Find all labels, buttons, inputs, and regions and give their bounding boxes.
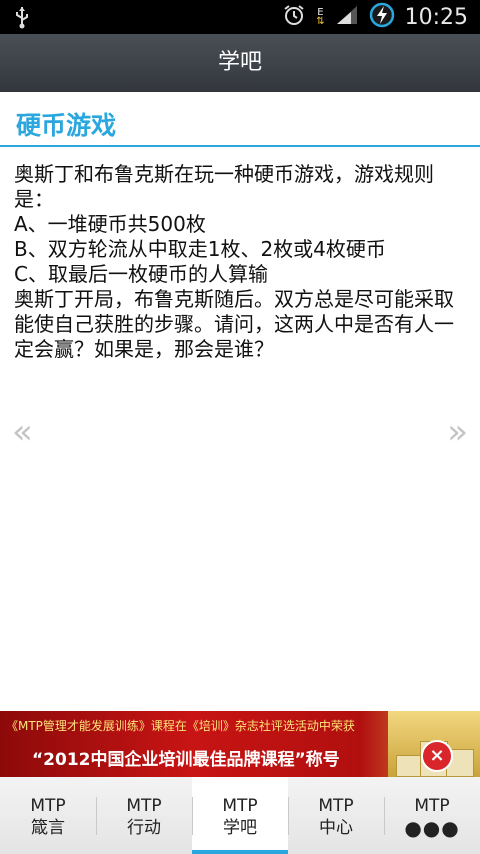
usb-icon (14, 5, 30, 33)
section-divider (0, 145, 480, 147)
tab-label-top: MTP (222, 796, 258, 816)
puzzle-line: 奥斯丁和布鲁克斯在玩一种硬币游戏，游戏规则是： (14, 162, 434, 211)
tab-label-top: MTP (30, 796, 66, 816)
status-bar: E ⇅ 10:25 (0, 0, 480, 34)
tab-label-top: MTP (126, 796, 162, 816)
tab-label-bottom: 行动 (127, 818, 161, 838)
previous-arrow-icon[interactable]: « (12, 412, 33, 452)
puzzle-line: A、一堆硬币共500枚 (14, 212, 206, 236)
page-title: 学吧 (217, 50, 262, 75)
ad-banner[interactable]: 《MTP管理才能发展训练》课程在《培训》杂志社评选活动中荣获 “2012中国企业… (0, 711, 480, 777)
tab-mtp-action[interactable]: MTP 行动 (96, 777, 192, 854)
tab-mtp-learn[interactable]: MTP 学吧 (192, 777, 288, 854)
tab-label-top: MTP (318, 796, 354, 816)
tab-label-bottom: 中心 (319, 818, 353, 838)
puzzle-line: 奥斯丁开局，布鲁克斯随后。双方总是尽可能采取能使自己获胜的步骤。请问，这两人中是… (14, 287, 454, 361)
puzzle-line: B、双方轮流从中取走1枚、2枚或4枚硬币 (14, 237, 386, 261)
puzzle-line: C、取最后一枚硬币的人算输 (14, 262, 268, 286)
tab-mtp-center[interactable]: MTP 中心 (288, 777, 384, 854)
next-arrow-icon[interactable]: » (447, 412, 468, 452)
app-title-bar: 学吧 (0, 34, 480, 92)
clock: 10:25 (404, 4, 468, 30)
puzzle-content: 奥斯丁和布鲁克斯在玩一种硬币游戏，游戏规则是： A、一堆硬币共500枚 B、双方… (14, 162, 470, 362)
ad-line-1: 《MTP管理才能发展训练》课程在《培训》杂志社评选活动中荣获 (6, 719, 355, 733)
tab-more[interactable]: MTP ●●● (384, 777, 480, 854)
bottom-nav: MTP 箴言 MTP 行动 MTP 学吧 MTP 中心 MTP ●●● (0, 777, 480, 854)
data-arrows-icon: E ⇅ (316, 7, 325, 27)
close-ad-button[interactable]: × (421, 740, 453, 772)
tab-label-bottom: 箴言 (31, 818, 65, 838)
battery-charging-icon (369, 2, 395, 32)
alarm-icon (282, 3, 306, 31)
section-title: 硬币游戏 (16, 111, 117, 140)
tab-label-top: MTP (414, 796, 450, 816)
more-dots-icon: ●●● (404, 816, 460, 840)
tab-label-bottom: 学吧 (223, 818, 257, 838)
tab-mtp-motto[interactable]: MTP 箴言 (0, 777, 96, 854)
ad-line-2: “2012中国企业培训最佳品牌课程”称号 (32, 750, 340, 770)
signal-icon (335, 4, 359, 30)
